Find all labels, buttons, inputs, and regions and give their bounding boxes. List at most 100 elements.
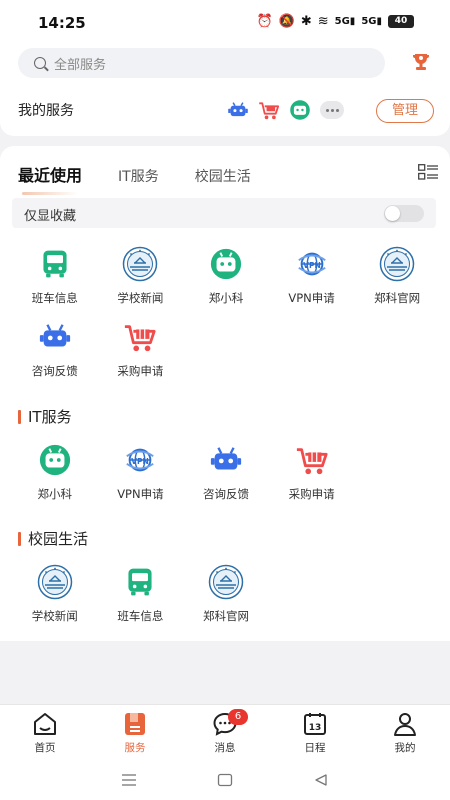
recent-services-grid: 班车信息 学校新闻 郑小科 VPN VPN申请 郑科官网咨询反馈 采购申请 [12, 246, 442, 392]
service-icon [122, 711, 148, 737]
service-item[interactable]: 班车信息 [98, 564, 184, 637]
service-item[interactable]: 郑科官网 [183, 564, 269, 637]
nav-calendar[interactable]: 13 日程 [270, 705, 360, 760]
service-item[interactable]: VPN VPN申请 [98, 442, 184, 515]
school-emblem-icon [208, 564, 244, 600]
manage-button[interactable]: 管理 [376, 99, 434, 123]
service-item-label: 学校新闻 [31, 609, 78, 623]
calendar-icon: 13 [302, 711, 328, 737]
signal-icon: 5G▮ [334, 16, 356, 27]
section-title-it: IT服务 [18, 406, 72, 427]
nav-calendar-label: 日程 [304, 742, 326, 754]
nav-messages-label: 消息 [214, 742, 236, 754]
robot-blue-icon [208, 442, 244, 478]
shopping-cart-icon [122, 319, 158, 355]
wifi-icon: ≋ [317, 14, 329, 29]
svg-text:VPN: VPN [132, 457, 150, 466]
menu-icon[interactable] [121, 773, 137, 787]
school-emblem-icon [122, 246, 158, 282]
favorites-filter-row: 仅显收藏 [12, 198, 436, 228]
service-item[interactable]: 采购申请 [269, 442, 355, 515]
my-services-shortcuts [227, 99, 344, 121]
more-icon[interactable] [320, 101, 344, 119]
school-emblem-icon [37, 564, 73, 600]
shopping-cart-icon[interactable] [258, 99, 280, 121]
service-item[interactable]: 学校新闻 [98, 246, 184, 319]
my-services-title: 我的服务 [18, 103, 74, 119]
bluetooth-icon: ✱ [300, 14, 312, 29]
service-item-label: VPN申请 [288, 291, 335, 305]
favorites-toggle-switch[interactable] [384, 205, 424, 222]
service-item-label: 咨询反馈 [202, 487, 249, 501]
message-badge: 6 [228, 709, 248, 725]
svg-text:13: 13 [309, 723, 322, 733]
back-icon[interactable] [313, 773, 329, 787]
service-item-label: 采购申请 [288, 487, 335, 501]
robot-green-icon[interactable] [289, 99, 311, 121]
robot-blue-icon[interactable] [227, 99, 249, 121]
section-title-it-label: IT服务 [28, 408, 72, 426]
service-item-label: 班车信息 [117, 609, 164, 623]
service-item[interactable]: 郑小科 [12, 442, 98, 515]
tab-campus-life[interactable]: 校园生活 [195, 166, 251, 186]
mute-icon: 🔕 [278, 14, 295, 29]
section-title-campus-label: 校园生活 [28, 530, 89, 548]
robot-green-icon [37, 442, 73, 478]
service-item-label: 班车信息 [31, 291, 78, 305]
nav-home[interactable]: 首页 [0, 705, 90, 760]
service-item-label: 郑小科 [37, 487, 73, 501]
service-item[interactable]: 采购申请 [98, 319, 184, 392]
alarm-icon: ⏰ [256, 14, 273, 29]
service-item[interactable]: VPN VPN申请 [269, 246, 355, 319]
service-item[interactable]: 郑科官网 [354, 246, 440, 319]
search-icon [34, 57, 46, 69]
search-placeholder: 全部服务 [54, 57, 107, 73]
top-card: 全部服务 我的服务 管理 [0, 44, 450, 136]
profile-icon [392, 711, 418, 737]
campus-life-grid: 学校新闻 班车信息 郑科官网 [12, 564, 442, 637]
service-item-label: 郑科官网 [374, 291, 421, 305]
search-input[interactable]: 全部服务 [18, 48, 385, 78]
category-tabs: 最近使用 IT服务 校园生活 [18, 162, 287, 195]
nav-service[interactable]: 服务 [90, 705, 180, 760]
school-emblem-icon [379, 246, 415, 282]
favorites-filter-label: 仅显收藏 [24, 209, 77, 224]
nav-messages[interactable]: 消息 [180, 705, 270, 760]
service-item-label: 郑小科 [208, 291, 244, 305]
svg-text:VPN: VPN [303, 261, 321, 270]
robot-green-icon [208, 246, 244, 282]
it-services-grid: 郑小科 VPN VPN申请 咨询反馈 采购申请 [12, 442, 442, 515]
nav-service-label: 服务 [124, 742, 146, 754]
service-item-label: 学校新闻 [117, 291, 164, 305]
shopping-cart-icon [294, 442, 330, 478]
service-item-label: 郑科官网 [202, 609, 249, 623]
trophy-icon[interactable] [411, 52, 431, 72]
home-square-icon[interactable] [217, 773, 233, 787]
nav-profile-label: 我的 [394, 742, 416, 754]
home-icon [32, 711, 58, 737]
list-view-icon[interactable] [418, 164, 438, 180]
bottom-navigation: 首页 服务 消息 13 日程 我的 6 [0, 704, 450, 760]
tab-it-services[interactable]: IT服务 [118, 166, 159, 186]
service-item-label: 咨询反馈 [31, 364, 78, 378]
status-icons: ⏰ 🔕 ✱ ≋ 5G▮ 5G▮ 40 [256, 14, 414, 29]
service-item-label: VPN申请 [117, 487, 164, 501]
vpn-globe-icon: VPN [294, 246, 330, 282]
service-item[interactable]: 郑小科 [183, 246, 269, 319]
signal-icon-2: 5G▮ [361, 16, 382, 27]
bus-icon [37, 246, 73, 282]
service-item[interactable]: 咨询反馈 [12, 319, 98, 392]
bus-icon [122, 564, 158, 600]
service-item[interactable]: 咨询反馈 [183, 442, 269, 515]
vpn-globe-icon: VPN [122, 442, 158, 478]
section-title-campus: 校园生活 [18, 528, 88, 549]
nav-profile[interactable]: 我的 [360, 705, 450, 760]
service-item-label: 采购申请 [117, 364, 164, 378]
system-nav-bar [0, 760, 450, 800]
services-panel: 最近使用 IT服务 校园生活 仅显收藏 班车信息 学校新闻 郑小科 VPN VPN申请郑… [0, 146, 450, 641]
robot-blue-icon [37, 319, 73, 355]
service-item[interactable]: 班车信息 [12, 246, 98, 319]
service-item[interactable]: 学校新闻 [12, 564, 98, 637]
tab-recent[interactable]: 最近使用 [18, 162, 82, 195]
battery-icon: 40 [388, 15, 414, 28]
